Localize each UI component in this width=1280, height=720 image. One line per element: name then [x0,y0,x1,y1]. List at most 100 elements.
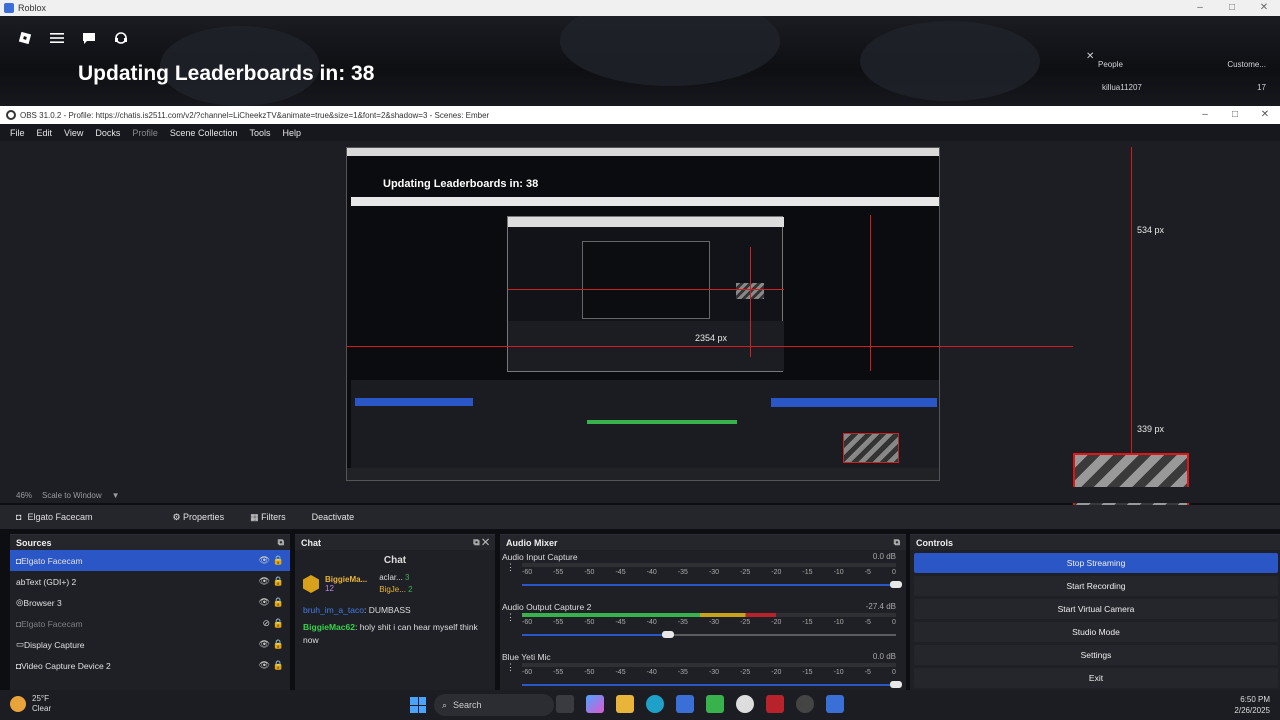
taskbar-search[interactable]: ⌕ Search [434,694,554,716]
volume-knob[interactable] [890,681,902,688]
volume-slider[interactable] [522,581,902,588]
chatter-3: BigJe... [379,585,406,594]
channel-menu-icon[interactable]: ⋮ [506,562,515,573]
source-item[interactable]: ▭ Display Capture 👁 🔒 [10,634,290,655]
undock-icon[interactable]: ⧉ [278,537,284,548]
tick-label: -55 [553,669,564,676]
deactivate-button[interactable]: Deactivate [306,509,361,525]
menu-tools[interactable]: Tools [249,128,270,138]
studio-mode-button[interactable]: Studio Mode [914,622,1278,642]
start-button-icon[interactable] [410,697,426,713]
undock-icon[interactable]: ⧉ [894,537,900,548]
undock-close-icon[interactable]: ⧉ ✕ [473,537,489,548]
source-item[interactable]: ◘ Video Capture Device 2 👁 🔒 [10,655,290,676]
roblox-game-view[interactable]: Updating Leaderboards in: 38 ✕ People Cu… [0,16,1280,106]
start-recording-button[interactable]: Start Recording [914,576,1278,596]
copilot-icon[interactable] [586,695,604,713]
volume-knob[interactable] [661,631,674,638]
volume-fill [522,634,668,636]
roblox-logo-icon [4,3,14,13]
volume-slider[interactable] [522,681,902,688]
scale-mode-select[interactable]: Scale to Window [42,491,102,500]
obs-preview[interactable]: Updating Leaderboards in: 38 2354 px 534… [0,141,1280,518]
roblox-menu-icon[interactable] [14,28,36,48]
menu-profile[interactable]: Profile [132,128,158,138]
lock-icon[interactable]: 🔒 [273,639,284,650]
eye-icon[interactable]: 👁 [259,660,270,671]
people-panel: ✕ People Custome... killua11207 17 [1086,51,1266,96]
start-virtual-camera-button[interactable]: Start Virtual Camera [914,599,1278,619]
chatter-2: aclar... [379,573,403,582]
lock-icon[interactable]: 🔒 [273,660,284,671]
clock-time: 6:50 PM [1240,695,1270,704]
obs-maximize-icon[interactable]: □ [1220,106,1250,124]
edge-icon[interactable] [646,695,664,713]
store-icon[interactable] [676,695,694,713]
menu-help[interactable]: Help [282,128,301,138]
lock-icon[interactable]: 🔒 [273,555,284,566]
tick-label: -15 [802,669,813,676]
minimize-icon[interactable]: – [1184,0,1216,16]
channel-menu-icon[interactable]: ⋮ [506,612,515,623]
maximize-icon[interactable]: □ [1216,0,1248,16]
meter-ticks: -60 -55 -50 -45 -40 -35 -30 -25 -20 -15 -10 -5 0 [522,569,896,576]
exit-button[interactable]: Exit [914,668,1278,688]
lock-icon[interactable]: 🔒 [273,597,284,608]
menu-file[interactable]: File [10,128,25,138]
hamburger-menu-icon[interactable] [46,28,68,48]
lock-icon[interactable]: 🔒 [273,618,284,629]
eye-icon[interactable]: 👁 [259,576,270,587]
volume-knob[interactable] [890,581,902,588]
eye-icon[interactable]: 👁 [259,597,270,608]
xbox-icon[interactable] [706,695,724,713]
settings-button[interactable]: Settings [914,645,1278,665]
tick-label: -25 [740,569,751,576]
tick-label: -30 [708,669,720,676]
github-icon[interactable] [736,695,754,713]
leaderboard-announcement: Updating Leaderboards in: 38 [78,62,375,85]
preview-canvas[interactable]: Updating Leaderboards in: 38 2354 px [346,147,940,481]
source-toolbar: ◘ Elgato Facecam ⚙ Properties ▦ Filters … [0,505,1280,529]
close-icon[interactable]: ✕ [1248,0,1280,16]
text-icon: ab [16,576,26,587]
close-people-icon[interactable]: ✕ [1086,51,1094,62]
tick-label: -50 [584,619,595,626]
source-item[interactable]: ◘ Elgato Facecam ⊘ 🔒 [10,613,290,634]
roblox-taskbar-icon[interactable] [826,695,844,713]
weather-widget[interactable]: 25°F Clear [10,694,51,714]
tick-label: -25 [740,619,751,626]
obs-minimize-icon[interactable]: – [1190,106,1220,124]
chevron-down-icon[interactable]: ▼ [112,491,120,500]
menu-docks[interactable]: Docks [95,128,120,138]
menu-edit[interactable]: Edit [37,128,53,138]
search-icon: ⌕ [442,699,448,710]
distance-top-label: 534 px [1137,225,1165,235]
source-item[interactable]: ab Text (GDI+) 2 👁 🔒 [10,571,290,592]
eye-icon[interactable]: 👁 [259,555,270,566]
task-view-icon[interactable] [556,695,574,713]
tick-label: 0 [891,619,896,626]
lock-icon[interactable]: 🔒 [273,576,284,587]
source-item[interactable]: ◘ Elgato Facecam 👁 🔒 [10,550,290,571]
properties-button[interactable]: ⚙ Properties [166,509,230,526]
eye-icon[interactable]: 👁 [259,639,270,650]
obs-close-icon[interactable]: ✕ [1250,106,1280,124]
filters-button[interactable]: ▦ Filters [244,509,292,526]
source-item[interactable]: ◎ Browser 3 👁 🔒 [10,592,290,613]
chat-icon[interactable] [78,28,100,48]
system-tray[interactable]: 6:50 PM 2/26/2025 [1234,694,1270,716]
player-name[interactable]: killua11207 [1102,83,1142,92]
headset-icon[interactable] [110,28,132,48]
channel-menu-icon[interactable]: ⋮ [506,662,515,673]
volume-slider[interactable] [522,631,896,638]
menu-scene-collection[interactable]: Scene Collection [170,128,238,138]
file-explorer-icon[interactable] [616,695,634,713]
tick-label: -60 [522,669,533,676]
eye-hidden-icon[interactable]: ⊘ [262,618,270,629]
stop-streaming-button[interactable]: Stop Streaming [914,553,1278,573]
obs-taskbar-icon[interactable] [796,695,814,713]
selected-source-icon: ◘ [16,512,22,522]
roblox-window-titlebar: Roblox – □ ✕ [0,0,1280,16]
menu-view[interactable]: View [64,128,83,138]
app-icon[interactable] [766,695,784,713]
